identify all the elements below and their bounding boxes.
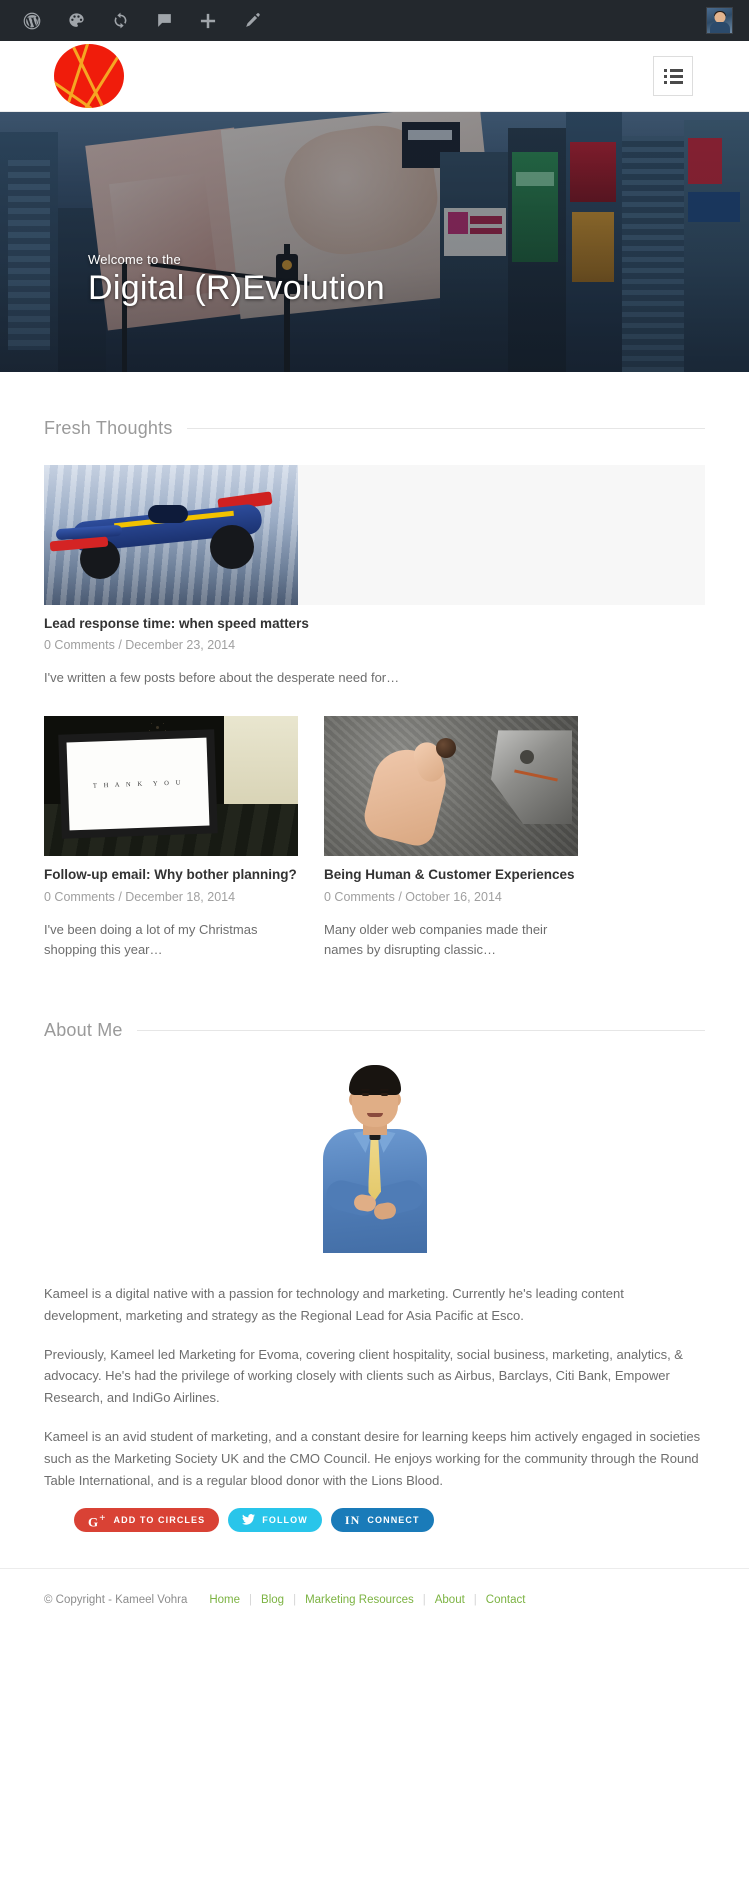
plus-icon[interactable] xyxy=(186,0,230,41)
post-thumbnail-box[interactable] xyxy=(324,716,578,857)
post-card[interactable]: Being Human & Customer Experiences 0 Com… xyxy=(324,716,578,960)
wordpress-admin-bar xyxy=(0,0,749,41)
bio-paragraph: Kameel is an avid student of marketing, … xyxy=(44,1429,701,1488)
formula-one-race-car-image[interactable] xyxy=(44,465,298,605)
about-bio: Kameel is a digital native with a passio… xyxy=(44,1283,705,1492)
site-logo[interactable] xyxy=(54,44,124,108)
comment-icon[interactable] xyxy=(142,0,186,41)
wordpress-logo-icon[interactable] xyxy=(10,0,54,41)
footer-separator: | xyxy=(473,1593,477,1606)
site-header xyxy=(0,41,749,112)
post-meta: 0 Comments / December 23, 2014 xyxy=(44,638,236,653)
post-title[interactable]: Being Human & Customer Experiences xyxy=(324,866,578,884)
post-row-secondary: T H A N K Y O U Follow-up email: Why bot… xyxy=(44,716,705,960)
social-button-label: Add to Circles xyxy=(113,1515,206,1526)
site-footer: © Copyright - Kameel Vohra Home | Blog |… xyxy=(0,1568,749,1631)
updates-icon[interactable] xyxy=(98,0,142,41)
hero-subtitle: Welcome to the xyxy=(88,251,181,267)
menu-toggle-button[interactable] xyxy=(653,56,693,96)
bio-paragraph: Previously, Kameel led Marketing for Evo… xyxy=(44,1346,683,1406)
post-excerpt: I've been doing a lot of my Christmas sh… xyxy=(44,921,258,957)
linkedin-icon: in xyxy=(344,1513,361,1528)
hero-text: Welcome to the Digital (R)Evolution xyxy=(88,252,385,308)
post-thumbnail-box[interactable] xyxy=(44,465,705,605)
post-excerpt: I've written a few posts before about th… xyxy=(44,670,400,686)
section-divider xyxy=(136,1029,705,1031)
admin-bar-account[interactable] xyxy=(706,7,739,34)
footer-link-home[interactable]: Home xyxy=(209,1594,240,1606)
google-plus-add-to-circles-button[interactable]: g+ Add to Circles xyxy=(74,1508,220,1533)
footer-link-contact[interactable]: Contact xyxy=(486,1594,526,1606)
social-button-label: Connect xyxy=(367,1515,420,1526)
google-plus-icon: g+ xyxy=(88,1511,107,1530)
footer-separator: | xyxy=(293,1593,297,1606)
bio-paragraph: Kameel is a digital native with a passio… xyxy=(44,1285,624,1323)
post-card[interactable]: T H A N K Y O U Follow-up email: Why bot… xyxy=(44,716,298,960)
section-title: About Me xyxy=(44,1019,123,1040)
hero-banner: Welcome to the Digital (R)Evolution xyxy=(0,112,749,372)
thank-you-text: T H A N K Y O U xyxy=(92,779,184,790)
social-buttons: g+ Add to Circles Follow in Connect xyxy=(44,1508,705,1533)
post-meta: 0 Comments / December 18, 2014 xyxy=(44,889,236,904)
section-divider xyxy=(186,428,705,429)
thank-you-card-image[interactable]: T H A N K Y O U xyxy=(44,716,298,857)
about-portrait-wrapper xyxy=(44,1062,705,1253)
section-title: Fresh Thoughts xyxy=(44,418,173,438)
section-header-fresh-thoughts: Fresh Thoughts xyxy=(44,418,705,439)
twitter-follow-button[interactable]: Follow xyxy=(228,1508,322,1533)
post-thumbnail-box[interactable]: T H A N K Y O U xyxy=(44,716,298,857)
footer-link-about[interactable]: About xyxy=(435,1594,465,1606)
post-title[interactable]: Follow-up email: Why bother planning? xyxy=(44,866,298,884)
copyright-text: © Copyright - Kameel Vohra xyxy=(44,1593,188,1606)
palette-icon[interactable] xyxy=(54,0,98,41)
twitter-icon xyxy=(242,1514,256,1527)
content-wrapper: Fresh Thoughts Lead response time: when … xyxy=(0,418,749,1533)
footer-link-marketing-resources[interactable]: Marketing Resources xyxy=(305,1594,414,1606)
footer-separator: | xyxy=(422,1593,426,1606)
post-title[interactable]: Lead response time: when speed matters xyxy=(44,615,705,633)
hero-overlay xyxy=(0,112,749,372)
hamburger-list-icon xyxy=(663,68,683,84)
linkedin-connect-button[interactable]: in Connect xyxy=(330,1508,434,1533)
footer-link-blog[interactable]: Blog xyxy=(261,1594,284,1606)
social-button-label: Follow xyxy=(262,1515,308,1526)
avatar[interactable] xyxy=(706,7,733,34)
footer-separator: | xyxy=(249,1593,253,1606)
post-excerpt: Many older web companies made their name… xyxy=(324,921,548,957)
hero-title: Digital (R)Evolution xyxy=(88,268,385,307)
post-meta: 0 Comments / October 16, 2014 xyxy=(324,889,502,904)
portrait-image xyxy=(309,1062,440,1253)
post-list: Lead response time: when speed matters 0… xyxy=(44,465,705,960)
post-row-featured: Lead response time: when speed matters 0… xyxy=(44,465,705,688)
pencil-icon[interactable] xyxy=(230,0,274,41)
human-hand-and-robot-hand-image[interactable] xyxy=(324,716,578,857)
post-card[interactable]: Lead response time: when speed matters 0… xyxy=(44,465,705,688)
section-header-about-me: About Me xyxy=(44,1020,705,1041)
footer-navigation: Home | Blog | Marketing Resources | Abou… xyxy=(209,1594,525,1606)
